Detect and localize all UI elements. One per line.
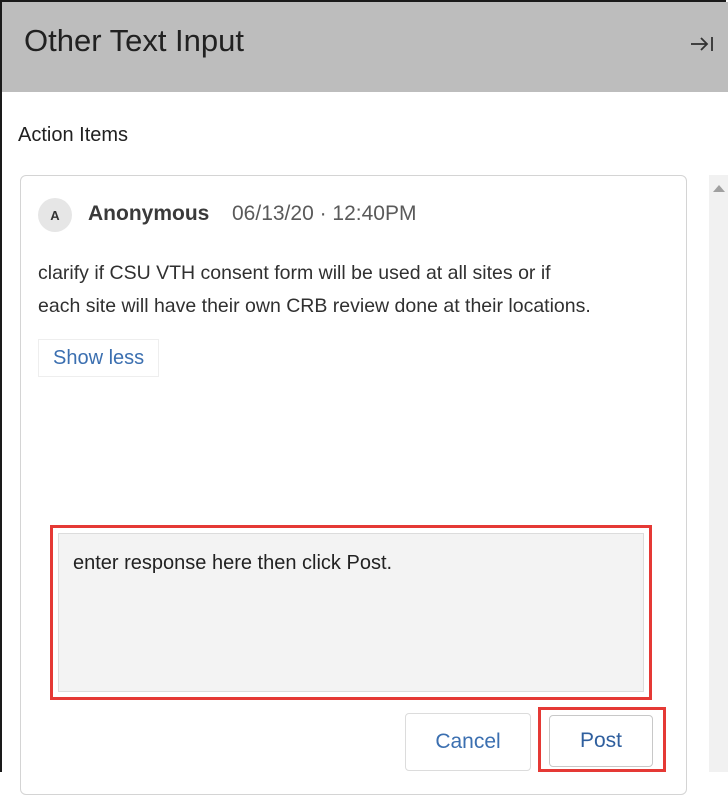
post-button[interactable]: Post xyxy=(549,715,653,767)
post-highlight: Post xyxy=(538,707,666,772)
collapse-right-icon xyxy=(691,37,713,51)
panel-title: Other Text Input xyxy=(24,23,244,58)
collapse-panel-button[interactable] xyxy=(680,26,724,62)
comment-body: clarify if CSU VTH consent form will be … xyxy=(38,257,678,323)
section-label: Action Items xyxy=(18,124,129,146)
response-input[interactable]: enter response here then click Post. xyxy=(58,533,644,692)
comment-timestamp: 06/13/20 · 12:40PM xyxy=(232,202,417,225)
comment-author: Anonymous xyxy=(88,202,210,225)
response-highlight: enter response here then click Post. xyxy=(50,525,652,700)
comment-line: clarify if CSU VTH consent form will be … xyxy=(38,262,551,284)
show-less-button[interactable]: Show less xyxy=(38,339,160,377)
comment-line: each site will have their own CRB review… xyxy=(38,295,591,317)
cancel-button[interactable]: Cancel xyxy=(405,713,531,771)
scrollbar[interactable] xyxy=(709,175,728,772)
scroll-up-arrow-icon[interactable] xyxy=(713,185,725,192)
avatar: A xyxy=(38,198,72,232)
panel-header: Other Text Input xyxy=(2,2,728,92)
